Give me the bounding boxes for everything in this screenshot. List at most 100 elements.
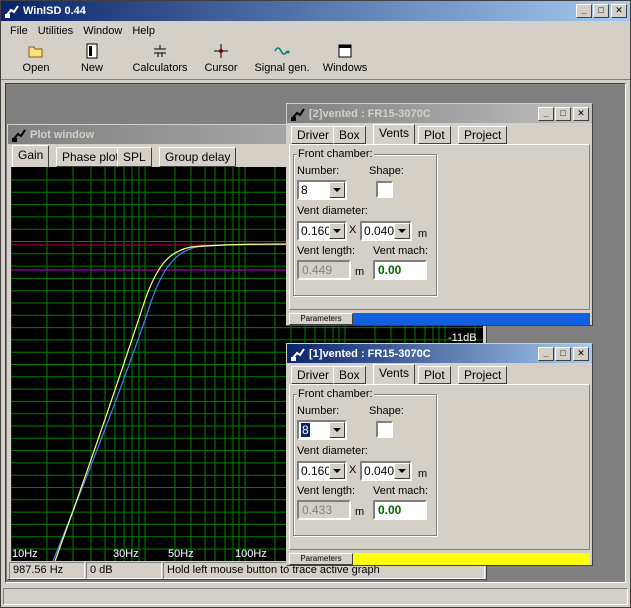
tab-phase-plot[interactable]: Phase plot	[56, 147, 125, 167]
vented-2-shape-checkbox[interactable]	[376, 181, 393, 198]
vented-1-tab-project[interactable]: Project	[458, 366, 508, 384]
signal-gen-button[interactable]: Signal gen.	[247, 40, 317, 79]
vented-2-maximize-button[interactable]: □	[555, 107, 571, 121]
minimize-button[interactable]: _	[576, 4, 592, 18]
vented-window-2: [2]vented : FR15-3070C _ □ ✕ Driver Box …	[286, 103, 593, 326]
vented-1-shape-checkbox[interactable]	[376, 421, 393, 438]
vented-1-close-button[interactable]: ✕	[573, 347, 589, 361]
vented-2-number-label: Number:	[297, 165, 340, 177]
vented-1-diameter-a-select[interactable]: 0.160	[297, 461, 347, 481]
vented-1-diameter-label: Vent diameter:	[297, 445, 368, 457]
vented-2-mach-field: 0.00	[373, 260, 427, 280]
chevron-down-icon[interactable]	[394, 223, 410, 239]
vented-2-x-label: X	[349, 224, 357, 236]
vented-2-window-icon	[291, 107, 305, 121]
chevron-down-icon[interactable]	[394, 463, 410, 479]
vented-2-diameter-unit: m	[418, 228, 428, 240]
calculators-button[interactable]: Calculators	[125, 40, 195, 79]
vented-2-diameter-a-select[interactable]: 0.160	[297, 221, 347, 241]
vented-2-diameter-label: Vent diameter:	[297, 205, 368, 217]
menu-help[interactable]: Help	[127, 25, 160, 37]
menu-window[interactable]: Window	[78, 25, 127, 37]
menu-bar: File Utilities Window Help	[1, 21, 630, 40]
toolbar: Open New Calculators Cursor Signal gen. …	[1, 40, 630, 80]
windows-icon	[338, 44, 352, 58]
main-titlebar: WinISD 0.44 _ □ ✕	[1, 1, 630, 21]
vented-2-minimize-button[interactable]: _	[538, 107, 554, 121]
vented-1-number-select[interactable]: 8	[297, 420, 347, 440]
vented-1-parameters-bar[interactable]: Parameters	[289, 553, 590, 565]
vented-1-title: [1]vented : FR15-3070C	[309, 347, 431, 360]
vented-2-number-select[interactable]: 8	[297, 180, 347, 200]
vented-2-tab-driver[interactable]: Driver	[291, 126, 335, 144]
vented-1-parameters-label: Parameters	[289, 553, 353, 565]
menu-utilities[interactable]: Utilities	[33, 25, 78, 37]
vented-1-diameter-b-select[interactable]: 0.040	[360, 461, 412, 481]
chevron-down-icon[interactable]	[329, 422, 345, 438]
chevron-down-icon[interactable]	[329, 223, 345, 239]
status-gain: 0 dB	[86, 562, 162, 579]
app-title: WinISD 0.44	[23, 5, 86, 17]
open-button[interactable]: Open	[13, 40, 59, 79]
vented-1-diameter-unit: m	[418, 468, 428, 480]
gain-curve-blue	[52, 243, 292, 561]
vented-1-length-field[interactable]: 0.433	[297, 500, 351, 520]
vented-2-tab-box[interactable]: Box	[333, 126, 366, 144]
vented-1-length-unit: m	[355, 506, 365, 518]
vented-window-1: [1]vented : FR15-3070C _ □ ✕ Driver Box …	[286, 343, 593, 566]
gain-curve-yellow	[54, 243, 292, 561]
vented-2-mach-label: Vent mach:	[373, 245, 429, 257]
open-folder-icon	[28, 46, 43, 58]
vented-1-x-label: X	[349, 464, 357, 476]
signal-generator-icon	[274, 47, 290, 55]
vented-1-tab-box[interactable]: Box	[333, 366, 366, 384]
status-frequency: 987.56 Hz	[9, 562, 85, 579]
vented-2-parameters-label: Parameters	[289, 313, 353, 325]
app-logo-icon	[5, 5, 19, 18]
vented-1-length-label: Vent length:	[297, 485, 356, 497]
vented-1-mach-field: 0.00	[373, 500, 427, 520]
windows-button[interactable]: Windows	[317, 40, 373, 79]
menu-file[interactable]: File	[5, 25, 33, 37]
vented-2-close-button[interactable]: ✕	[573, 107, 589, 121]
vented-1-minimize-button[interactable]: _	[538, 347, 554, 361]
vented-2-tab-vents[interactable]: Vents	[373, 124, 416, 144]
vented-1-tab-vents[interactable]: Vents	[373, 364, 416, 384]
plot-window-title: Plot window	[30, 128, 95, 141]
chevron-down-icon[interactable]	[329, 182, 345, 198]
vented-1-diameter-a-value: 0.160	[301, 464, 332, 478]
chevron-down-icon[interactable]	[329, 463, 345, 479]
cursor-button[interactable]: Cursor	[195, 40, 247, 79]
vented-2-length-unit: m	[355, 266, 365, 278]
vented-2-tab-project[interactable]: Project	[458, 126, 508, 144]
tab-gain[interactable]: Gain	[12, 145, 50, 167]
vented-2-length-label: Vent length:	[297, 245, 356, 257]
vented-2-diameter-b-select[interactable]: 0.040	[360, 221, 412, 241]
main-status-bar	[3, 588, 628, 605]
tab-spl[interactable]: SPL	[117, 147, 152, 167]
x-tick-label: 100Hz	[235, 548, 267, 560]
vented-2-group-title: Front chamber:	[297, 148, 374, 160]
vented-2-number-value: 8	[301, 183, 308, 197]
calculator-icon	[154, 45, 166, 57]
vented-1-tab-driver[interactable]: Driver	[291, 366, 335, 384]
vented-2-parameters-bar[interactable]: Parameters	[289, 313, 590, 325]
vented-1-window-icon	[291, 347, 305, 361]
new-button[interactable]: New	[59, 40, 125, 79]
maximize-button[interactable]: □	[593, 4, 609, 18]
vented-1-titlebar: [1]vented : FR15-3070C _ □ ✕	[287, 344, 592, 363]
x-tick-label: 50Hz	[168, 548, 194, 560]
x-tick-label: 30Hz	[113, 548, 139, 560]
vented-1-diameter-b-value: 0.040	[364, 464, 395, 478]
vented-2-title: [2]vented : FR15-3070C	[309, 107, 431, 120]
close-button[interactable]: ✕	[611, 4, 627, 18]
plot-window-icon	[12, 128, 26, 142]
vented-2-tab-plot[interactable]: Plot	[418, 126, 451, 144]
vented-1-number-label: Number:	[297, 405, 340, 417]
vented-2-length-field[interactable]: 0.449	[297, 260, 351, 280]
vented-1-maximize-button[interactable]: □	[555, 347, 571, 361]
tab-group-delay[interactable]: Group delay	[159, 147, 237, 167]
vented-1-tab-plot[interactable]: Plot	[418, 366, 451, 384]
vented-2-diameter-a-value: 0.160	[301, 224, 332, 238]
vented-2-diameter-b-value: 0.040	[364, 224, 395, 238]
